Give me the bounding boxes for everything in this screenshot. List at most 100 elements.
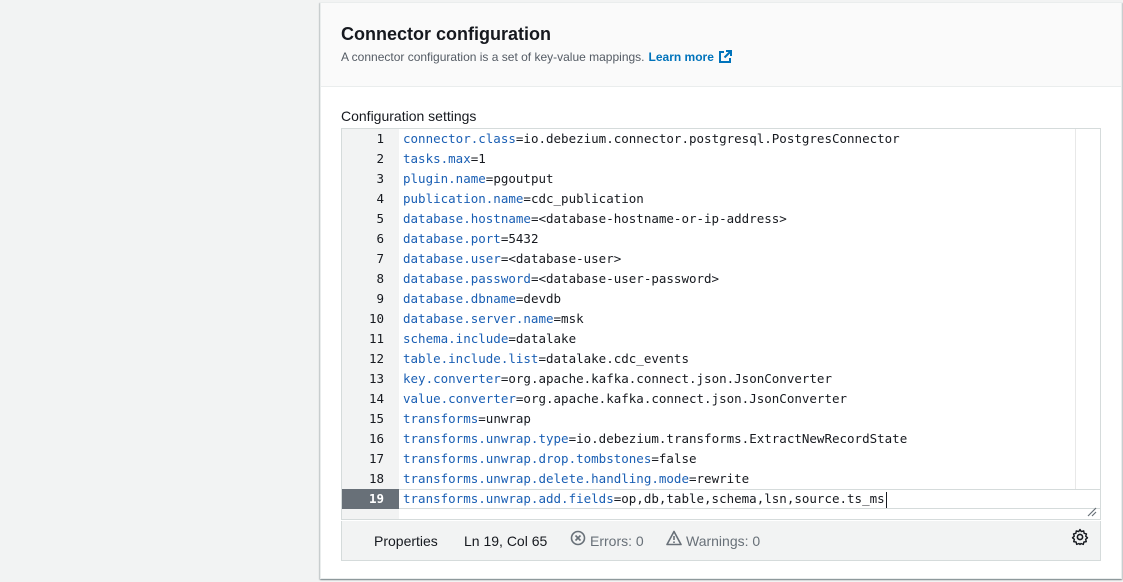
- code-line[interactable]: database.dbname=devdb: [403, 289, 1100, 309]
- code-line[interactable]: tasks.max=1: [403, 149, 1100, 169]
- config-value: 5432: [508, 231, 539, 246]
- line-number: 2: [376, 151, 384, 166]
- code-line[interactable]: transforms=unwrap: [403, 409, 1100, 429]
- line-number: 3: [376, 171, 384, 186]
- code-line[interactable]: transforms.unwrap.add.fields=op,db,table…: [399, 489, 1100, 509]
- code-line[interactable]: connector.class=io.debezium.connector.po…: [403, 129, 1100, 149]
- line-number: 14: [368, 391, 384, 406]
- line-number: 18: [368, 471, 384, 486]
- line-number: 15: [368, 411, 384, 426]
- code-editor[interactable]: 1 2 3 4 5 6 7 8 9 10 11 12 13 14 15 16 17 18 19 connector.…: [341, 128, 1101, 520]
- cursor-position: Ln 19, Col 65: [464, 533, 548, 549]
- config-key: database.dbname: [403, 291, 516, 306]
- config-value: false: [658, 451, 697, 466]
- code-line[interactable]: key.converter=org.apache.kafka.connect.j…: [403, 369, 1100, 389]
- line-number: 11: [368, 331, 384, 346]
- line-number: 6: [376, 231, 384, 246]
- config-value: 1: [478, 151, 486, 166]
- panel-description: A connector configuration is a set of ke…: [341, 49, 1101, 65]
- error-circle-icon: [570, 521, 586, 561]
- line-number: 12: [368, 351, 384, 366]
- config-value: msk: [561, 311, 584, 326]
- config-key: database.user: [403, 251, 501, 266]
- config-value: rewrite: [696, 471, 750, 486]
- config-value: op,db,table,schema,lsn,source.ts_ms: [621, 491, 885, 506]
- errors-label: Errors: 0: [590, 533, 644, 549]
- line-number: 9: [376, 291, 384, 306]
- gear-icon: [1071, 521, 1089, 561]
- equals-sign: =: [478, 411, 486, 426]
- config-value: datalake.cdc_events: [546, 351, 689, 366]
- code-line[interactable]: database.hostname=<database-hostname-or-…: [403, 209, 1100, 229]
- code-text-area[interactable]: connector.class = io.debezium.connector.po…: [399, 129, 1100, 519]
- connector-config-panel: Connector configuration A connector conf…: [320, 2, 1122, 579]
- config-value: <database-hostname-or-ip-address>: [538, 211, 787, 226]
- line-number: 4: [376, 191, 384, 206]
- code-line[interactable]: database.server.name=msk: [403, 309, 1100, 329]
- warning-triangle-icon: [666, 521, 682, 561]
- line-number: 16: [368, 431, 384, 446]
- line-number: 17: [368, 451, 384, 466]
- code-line[interactable]: plugin.name=pgoutput: [403, 169, 1100, 189]
- config-key: tasks.max: [403, 151, 471, 166]
- config-key: value.converter: [403, 391, 516, 406]
- config-key: transforms.unwrap.delete.handling.mode: [403, 471, 689, 486]
- line-number-gutter: 1 2 3 4 5 6 7 8 9 10 11 12 13 14 15 16 17 18 19: [342, 129, 399, 519]
- code-line[interactable]: value.converter=org.apache.kafka.connect…: [403, 389, 1100, 409]
- configuration-settings-label: Configuration settings: [341, 108, 477, 124]
- line-number: 1: [376, 131, 384, 146]
- properties-button[interactable]: Properties: [374, 521, 438, 561]
- config-key: transforms: [403, 411, 479, 426]
- code-line[interactable]: database.user=<database-user>: [403, 249, 1100, 269]
- code-line[interactable]: table.include.list=datalake.cdc_events: [403, 349, 1100, 369]
- config-value: io.debezium.connector.postgresql.Postgre…: [523, 131, 900, 146]
- line-number: 8: [376, 271, 384, 286]
- config-key: key.converter: [403, 371, 501, 386]
- code-line[interactable]: schema.include=datalake: [403, 329, 1100, 349]
- line-number: 19: [342, 489, 399, 509]
- line-number: 13: [368, 371, 384, 386]
- description-text: A connector configuration is a set of ke…: [341, 50, 645, 64]
- code-line[interactable]: transforms.unwrap.type=io.debezium.trans…: [403, 429, 1100, 449]
- equals-sign: =: [568, 431, 577, 446]
- line-number: 10: [368, 311, 384, 326]
- line-number: 5: [376, 211, 384, 226]
- warnings-label: Warnings: 0: [686, 533, 761, 549]
- config-key: plugin.name: [403, 171, 486, 186]
- config-key: database.server.name: [403, 311, 554, 326]
- config-value: unwrap: [485, 411, 531, 426]
- errors-count[interactable]: Errors: 0: [570, 521, 644, 561]
- config-value: cdc_publication: [530, 191, 644, 206]
- config-value: pgoutput: [493, 171, 554, 186]
- resize-handle-icon[interactable]: [1085, 504, 1097, 517]
- editor-status-bar: Properties Ln 19, Col 65 Errors: 0 Warni…: [341, 521, 1101, 561]
- equals-sign: =: [523, 191, 531, 206]
- config-key: database.port: [403, 231, 501, 246]
- config-key: table.include.list: [403, 351, 539, 366]
- equals-sign: =: [553, 311, 562, 326]
- line-number: 7: [376, 251, 384, 266]
- code-line[interactable]: transforms.unwrap.drop.tombstones=false: [403, 449, 1100, 469]
- code-line[interactable]: publication.name=cdc_publication: [403, 189, 1100, 209]
- code-line[interactable]: database.password=<database-user-passwor…: [403, 269, 1100, 289]
- config-key: transforms.unwrap.type: [403, 431, 569, 446]
- equals-sign: =: [538, 351, 546, 366]
- learn-more-link[interactable]: Learn more: [649, 49, 732, 65]
- external-link-icon: [718, 50, 732, 64]
- settings-button[interactable]: [1070, 521, 1090, 561]
- warnings-count[interactable]: Warnings: 0: [666, 521, 760, 561]
- config-value: <database-user>: [508, 251, 622, 266]
- code-line[interactable]: transforms.unwrap.delete.handling.mode=r…: [403, 469, 1100, 489]
- learn-more-label: Learn more: [648, 50, 714, 64]
- text-cursor: [885, 491, 887, 508]
- config-value: org.apache.kafka.connect.json.JsonConver…: [523, 391, 848, 406]
- config-value: devdb: [523, 291, 562, 306]
- config-key: connector.class: [403, 131, 516, 146]
- code-line[interactable]: database.port=5432: [403, 229, 1100, 249]
- panel-header: Connector configuration A connector conf…: [321, 3, 1121, 87]
- config-value: io.debezium.transforms.ExtractNewRecordS…: [576, 431, 908, 446]
- config-value: datalake: [515, 331, 577, 346]
- equals-sign: =: [508, 331, 516, 346]
- config-key: publication.name: [403, 191, 524, 206]
- config-key: database.password: [403, 271, 531, 286]
